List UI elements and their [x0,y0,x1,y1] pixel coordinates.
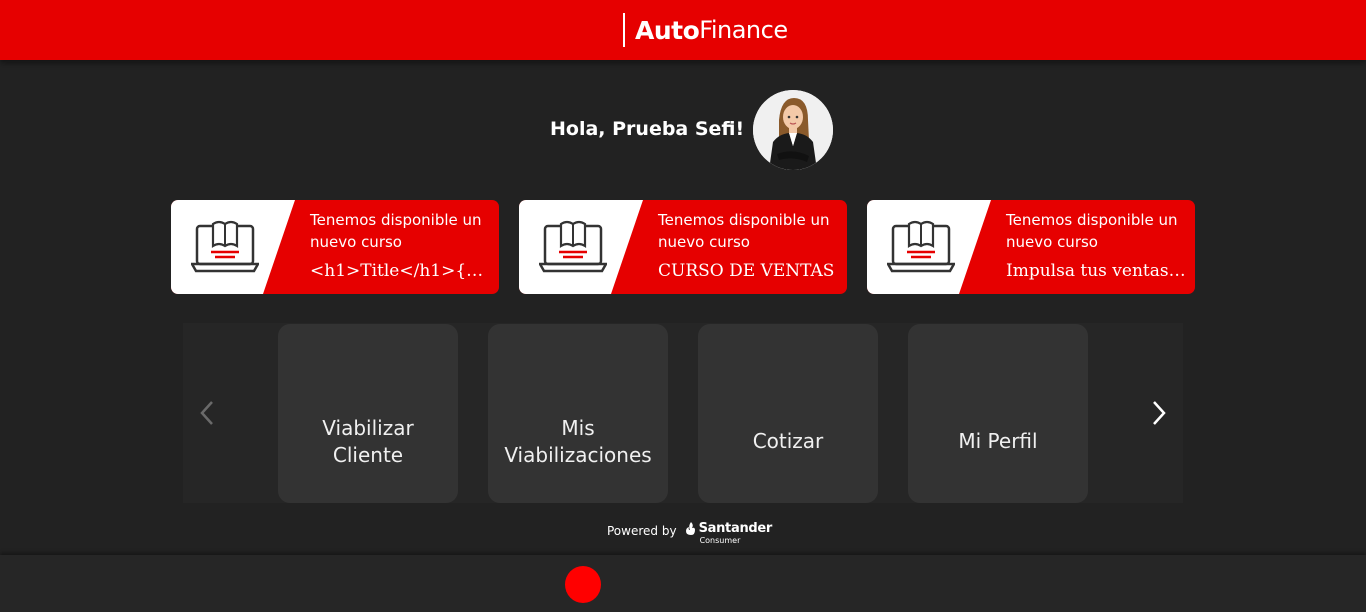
menu-tile-mis-viabilizaciones[interactable]: Mis Viabilizaciones [488,324,668,503]
logo-finance-text: Finance [699,16,788,44]
menu-tile-mi-perfil[interactable]: Mi Perfil [908,324,1088,503]
course-card-3[interactable]: Tenemos disponible un nuevo curso Impuls… [867,200,1195,294]
santander-brand-text: Santander [698,521,773,536]
menu-tile-cotizar[interactable]: Cotizar [698,324,878,503]
bottom-bar [0,555,1366,612]
laptop-book-icon [191,220,259,273]
carousel-prev-button[interactable] [192,388,222,438]
course-announcement: Tenemos disponible un nuevo curso [310,211,482,251]
powered-by-text: Powered by [607,524,677,538]
menu-carousel: Viabilizar Cliente Mis Viabilizaciones C… [183,323,1183,503]
autofinance-logo[interactable]: Auto Finance [623,13,788,47]
menu-tile-label: Viabilizar Cliente [322,415,414,467]
santander-logo: Santander Consumer [683,521,772,547]
santander-sub-text: Consumer [699,536,741,545]
course-title: <h1>Title</h1>{{7… [310,261,492,281]
course-title: CURSO DE VENTAS [658,261,835,281]
logo-divider [623,13,625,47]
menu-tile-label: Mis Viabilizaciones [504,415,652,467]
avatar-woman-icon [753,90,833,170]
menu-tile-viabilizar-cliente[interactable]: Viabilizar Cliente [278,324,458,503]
carousel-next-button[interactable] [1144,388,1174,438]
top-header: Auto Finance [0,0,1366,60]
powered-by-footer: Powered by Santander Consumer [607,521,772,547]
course-card-2[interactable]: Tenemos disponible un nuevo curso CURSO … [519,200,847,294]
chevron-left-icon [200,401,213,425]
santander-flame-icon [685,522,695,535]
menu-tile-label: Cotizar [752,429,824,453]
course-card-1[interactable]: Tenemos disponible un nuevo curso <h1>Ti… [171,200,499,294]
record-button[interactable] [565,566,601,603]
course-announcement: Tenemos disponible un nuevo curso [1006,211,1178,251]
greeting-text: Hola, Prueba Sefi! [550,118,745,140]
course-announcement: Tenemos disponible un nuevo curso [658,211,830,251]
logo-auto-text: Auto [635,15,700,45]
laptop-book-icon [539,220,607,273]
laptop-book-icon [887,220,955,273]
course-title: Impulsa tus ventas … [1006,261,1188,281]
user-avatar[interactable] [753,90,833,170]
menu-tile-label: Mi Perfil [958,429,1038,453]
chevron-right-icon [1153,401,1166,425]
